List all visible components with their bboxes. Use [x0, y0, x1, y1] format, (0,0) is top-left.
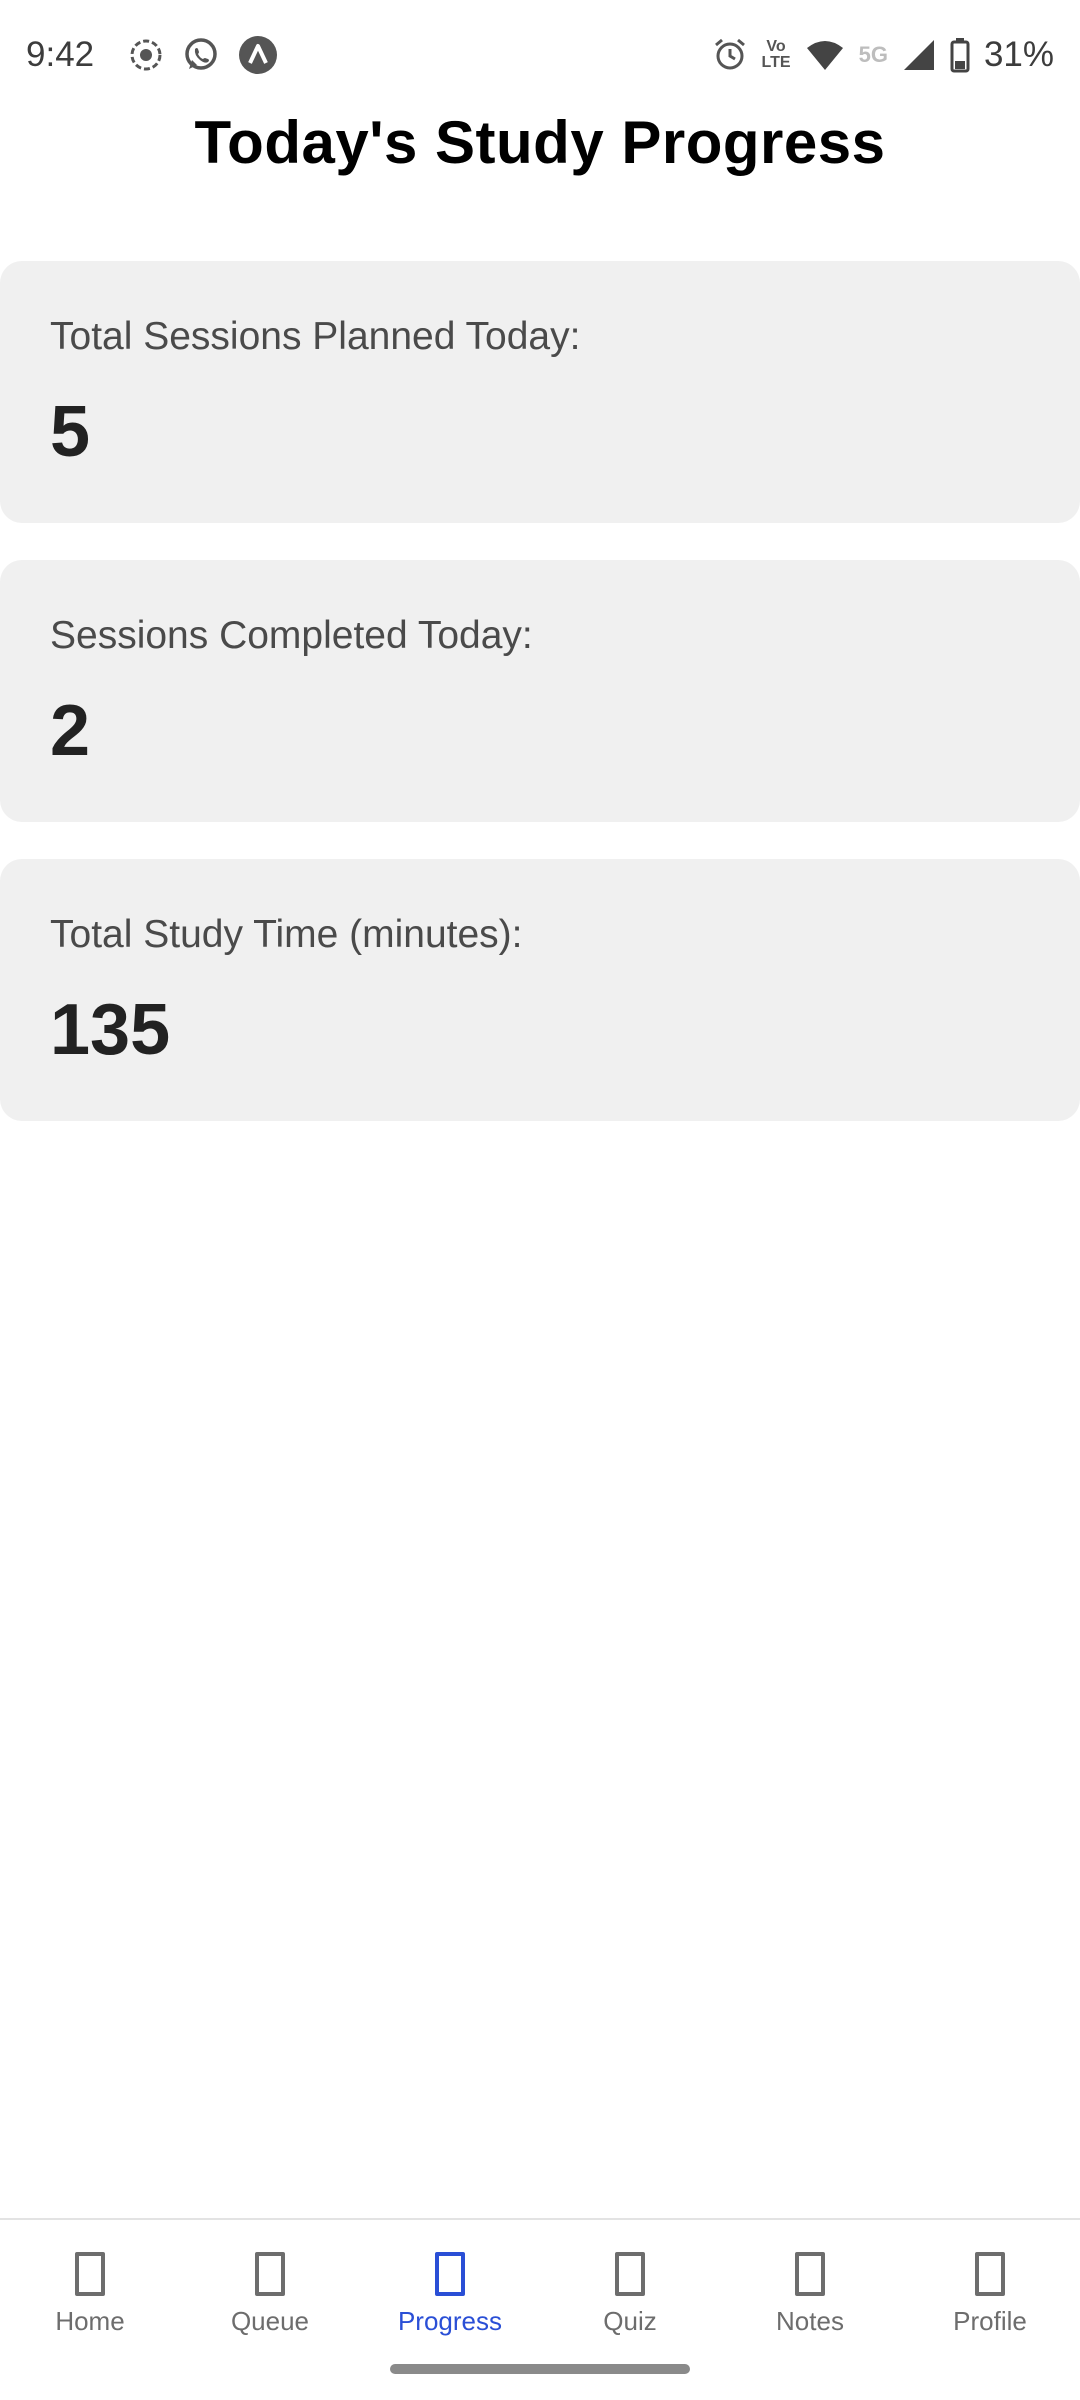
nav-item-profile[interactable]: Profile [900, 2220, 1080, 2400]
nav-label: Queue [230, 2306, 310, 2336]
status-bar: 9:42 Vo LTE 5G 31% [0, 0, 1080, 110]
progress-icon [435, 2252, 465, 2296]
volte-line2: LTE [761, 54, 791, 71]
nav-label: Progress [397, 2306, 503, 2336]
volte-icon: Vo LTE [762, 39, 791, 71]
alarm-icon [712, 37, 748, 73]
home-gesture-bar[interactable] [390, 2364, 690, 2374]
stat-label: Total Study Time (minutes): [50, 913, 523, 956]
nav-label: Quiz [603, 2306, 657, 2336]
nav-item-notes[interactable]: Notes [720, 2220, 900, 2400]
notes-icon [795, 2252, 825, 2296]
cell-signal-icon [902, 38, 936, 72]
page-title: Today's Study Progress [194, 109, 886, 176]
status-bar-left: 9:42 [26, 35, 296, 75]
nav-label: Profile [953, 2306, 1027, 2336]
nav-item-queue[interactable]: Queue [180, 2220, 360, 2400]
stat-label: Sessions Completed Today: [50, 614, 533, 657]
app-notification-icon [238, 35, 278, 75]
5g-icon: 5G [858, 42, 888, 67]
battery-icon [950, 37, 970, 73]
quiz-icon [615, 2252, 645, 2296]
wifi-icon [805, 38, 845, 72]
stat-card-study-time: Total Study Time (minutes): 135 [0, 859, 1080, 1121]
profile-icon [975, 2252, 1005, 2296]
stat-value: 2 [50, 691, 91, 771]
battery-percent: 31% [983, 35, 1054, 74]
nav-label: Notes [776, 2306, 844, 2336]
status-bar-right: Vo LTE 5G 31% [712, 35, 1054, 75]
nav-label: Home [55, 2306, 125, 2336]
screen: 9:42 Vo LTE 5G 31% Today's Study Progres… [0, 0, 1080, 2400]
volte-line1: Vo [766, 38, 786, 55]
stat-label: Total Sessions Planned Today: [50, 315, 581, 358]
home-icon [75, 2252, 105, 2296]
nav-item-home[interactable]: Home [0, 2220, 180, 2400]
stat-value: 5 [50, 392, 91, 472]
whatsapp-icon [182, 36, 220, 74]
stat-value: 135 [50, 990, 171, 1070]
screen-record-icon [128, 37, 164, 73]
stat-card-sessions-completed: Sessions Completed Today: 2 [0, 560, 1080, 822]
status-time: 9:42 [26, 35, 95, 74]
stat-card-sessions-planned: Total Sessions Planned Today: 5 [0, 261, 1080, 523]
queue-icon [255, 2252, 285, 2296]
